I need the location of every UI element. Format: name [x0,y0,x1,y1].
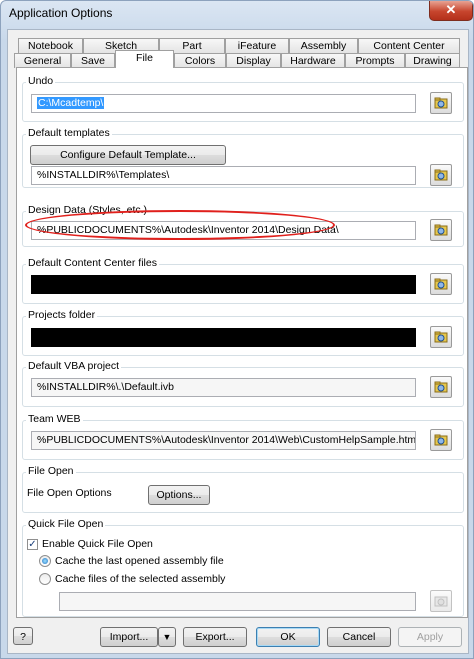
tab-label: Assembly [300,40,347,52]
cancel-button[interactable]: Cancel [327,627,391,647]
enable-quick-file-open-checkbox[interactable]: ✓ [27,539,38,550]
browse-folder-icon [434,169,448,181]
projects-folder-group: Projects folder [22,309,464,356]
close-icon: ✕ [445,2,457,17]
tab-label: Drawing [413,55,452,67]
undo-group: Undo C:\Mcadtemp\ [22,75,464,122]
team-web-path-field[interactable]: %PUBLICDOCUMENTS%\Autodesk\Inventor 2014… [31,431,416,450]
tab-save[interactable]: Save [71,53,115,68]
team-web-label: Team WEB [26,413,83,425]
title-bar: Application Options ✕ [1,1,473,25]
tab-label: Display [236,55,271,67]
file-open-group: File Open File Open Options Options... [22,465,464,513]
templates-path-field[interactable]: %INSTALLDIR%\Templates\ [31,166,416,185]
application-options-window: Application Options ✕ Notebook Sketch Pa… [0,0,474,659]
file-tab-panel: Undo C:\Mcadtemp\ Default templates Conf… [16,67,468,618]
projects-path-field[interactable] [31,328,416,347]
export-button[interactable]: Export... [183,627,247,647]
help-button[interactable]: ? [13,627,33,645]
tab-file[interactable]: File [115,50,174,68]
tab-label: General [23,55,62,67]
browse-folder-icon [434,381,448,393]
undo-path-field[interactable]: C:\Mcadtemp\ [31,94,416,113]
close-button[interactable]: ✕ [429,1,473,21]
tab-content-center[interactable]: Content Center [358,38,460,53]
cache-last-assembly-label: Cache the last opened assembly file [55,555,224,567]
tab-general[interactable]: General [14,53,71,68]
tab-label: Save [81,55,105,67]
undo-group-label: Undo [26,75,56,87]
tab-ifeature[interactable]: iFeature [225,38,289,53]
dropdown-arrow-icon: ▼ [162,632,172,642]
file-open-options-label: File Open Options [27,487,112,499]
file-open-label: File Open [26,465,76,477]
content-center-label: Default Content Center files [26,257,159,269]
browse-folder-icon [434,331,448,343]
cache-selected-assembly-radio[interactable] [39,573,51,585]
radio-selected-dot [42,558,48,564]
window-title: Application Options [9,6,113,20]
content-center-group: Default Content Center files [22,257,464,304]
tab-colors[interactable]: Colors [174,53,226,68]
default-templates-group: Default templates Configure Default Temp… [22,127,464,188]
tab-label: Notebook [28,40,73,52]
vba-project-label: Default VBA project [26,360,122,372]
undo-path-value: C:\Mcadtemp\ [37,97,105,109]
import-button[interactable]: Import... [100,627,158,647]
browse-folder-icon [434,434,448,446]
cache-selected-assembly-label: Cache files of the selected assembly [55,573,226,585]
tab-label: Hardware [290,55,336,67]
team-web-group: Team WEB %PUBLICDOCUMENTS%\Autodesk\Inve… [22,413,464,460]
tab-assembly[interactable]: Assembly [289,38,358,53]
browse-folder-icon [434,278,448,290]
apply-button[interactable]: Apply [398,627,462,647]
tab-label: Part [182,40,202,52]
content-center-path-field[interactable] [31,275,416,294]
tab-notebook[interactable]: Notebook [18,38,83,53]
design-data-path-field[interactable]: %PUBLICDOCUMENTS%\Autodesk\Inventor 2014… [31,221,416,240]
cache-last-assembly-radio[interactable] [39,555,51,567]
design-data-group: Design Data (Styles, etc.) %PUBLICDOCUME… [22,204,464,247]
tab-hardware[interactable]: Hardware [281,53,345,68]
tab-label: Prompts [355,55,395,67]
file-open-options-button[interactable]: Options... [148,485,210,505]
browse-folder-icon [434,97,448,109]
tab-drawing[interactable]: Drawing [405,53,460,68]
quick-open-path-field[interactable] [59,592,416,611]
design-data-browse-button[interactable] [430,219,452,241]
team-web-browse-button[interactable] [430,429,452,451]
help-icon: ? [20,631,26,643]
projects-browse-button[interactable] [430,326,452,348]
vba-browse-button[interactable] [430,376,452,398]
import-dropdown-button[interactable]: ▼ [158,627,176,647]
quick-file-open-group: Quick File Open ✓ Enable Quick File Open… [22,518,464,617]
checkmark-icon: ✓ [28,539,37,550]
tab-display[interactable]: Display [226,53,281,68]
tab-prompts[interactable]: Prompts [345,53,405,68]
configure-default-template-button[interactable]: Configure Default Template... [30,145,226,165]
ok-button[interactable]: OK [256,627,320,647]
tab-label: File [136,52,153,64]
projects-folder-label: Projects folder [26,309,98,321]
quick-file-open-label: Quick File Open [26,518,106,530]
enable-quick-file-open-label: Enable Quick File Open [42,538,153,550]
browse-folder-icon [434,224,448,236]
design-data-label: Design Data (Styles, etc.) [26,204,150,216]
vba-project-group: Default VBA project %INSTALLDIR%\.\Defau… [22,360,464,407]
vba-path-field[interactable]: %INSTALLDIR%\.\Default.ivb [31,378,416,397]
content-center-browse-button[interactable] [430,273,452,295]
default-templates-label: Default templates [26,127,112,139]
browse-folder-icon [434,596,448,607]
tab-label: iFeature [237,40,277,52]
quick-open-browse-button[interactable] [430,590,452,612]
undo-browse-button[interactable] [430,92,452,114]
tab-label: Content Center [373,40,445,52]
templates-browse-button[interactable] [430,164,452,186]
tab-label: Colors [184,55,216,67]
